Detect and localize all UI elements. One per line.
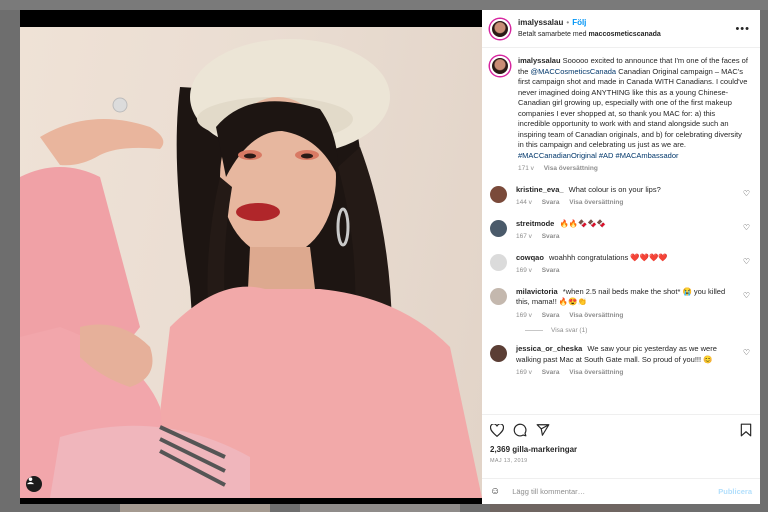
translate-link[interactable]: Visa översättning [569,199,623,206]
commenter-username[interactable]: jessica_or_cheska [516,344,582,353]
commenter-avatar[interactable] [490,185,507,203]
comment-time: 169 v [516,267,532,274]
reply-button[interactable]: Svara [542,233,560,240]
commenter-username[interactable]: streitmode [516,219,554,228]
commenter-avatar[interactable] [490,219,507,237]
reply-button[interactable]: Svara [542,267,560,274]
action-icons-row [490,421,752,439]
comment-text: What colour is on your lips? [568,184,661,194]
comment-body: cowqao woahhh congratulations ❤️❤️❤️❤️ 1… [516,253,736,277]
reply-button[interactable]: Svara [542,312,560,319]
comment-item: streitmode 🔥🔥🍫🍫🍫 167 v Svara ♡ [490,219,752,243]
comment-text: 🔥🔥🍫🍫🍫 [559,218,607,228]
comment-item: kristine_eva_ What colour is on your lip… [490,185,752,209]
heart-icon[interactable] [490,423,504,437]
header-separator: • [566,17,570,27]
caption-translate-link[interactable]: Visa översättning [544,165,598,172]
comment-time: 169 v [516,369,532,376]
comment-meta: 169 v Svara Visa översättning [516,368,736,379]
comment-body: streitmode 🔥🔥🍫🍫🍫 167 v Svara [516,219,736,243]
like-comment-heart-icon[interactable]: ♡ [743,223,750,232]
post-header: imalyssalau • Följ Betalt samarbete med ma… [482,10,760,48]
portrait-illustration [20,39,482,498]
comment-item: jessica_or_cheska We saw your pic yester… [490,344,752,379]
like-comment-heart-icon[interactable]: ♡ [743,189,750,198]
post-actions: 2,369 gilla-markeringar MAJ 13, 2019 [482,414,760,478]
add-comment-input[interactable] [512,487,719,496]
caption-avatar[interactable] [490,56,510,76]
background-header [0,0,768,10]
more-horizontal-icon[interactable]: ••• [735,23,750,35]
caption-time: 171 v [518,165,534,172]
commenter-username[interactable]: kristine_eva_ [516,185,564,194]
emoji-icon[interactable]: ☺ [490,486,500,497]
comment-meta: 169 v Svara Visa översättning [516,311,736,322]
commenter-avatar[interactable] [490,253,507,271]
comment-body: milavictoria *when 2.5 nail beds make th… [516,287,736,322]
commenter-avatar[interactable] [490,287,507,305]
author-avatar[interactable] [490,18,510,39]
translate-link[interactable]: Visa översättning [569,312,623,319]
likes-count[interactable]: 2,369 gilla-markeringar [490,445,752,454]
comment-body: kristine_eva_ What colour is on your lip… [516,185,736,209]
share-icon[interactable] [536,423,550,437]
bookmark-icon[interactable] [740,423,752,439]
caption-text-continued: Canadian Original campaign – MAC's first… [518,66,748,150]
caption-body: imalyssalau Sooooo excited to announce t… [518,56,748,175]
comment-meta: 167 v Svara [516,232,736,243]
comment-icon[interactable] [513,423,527,437]
caption-username[interactable]: imalyssalau [518,56,561,65]
paid-partnership-label: Betalt samarbete med maccosmeticscanada [518,29,661,41]
commenter-avatar[interactable] [490,345,507,362]
caption-hashtags[interactable]: #MACCanadianOriginal #AD #MACAmbassador [518,151,679,160]
comment-meta: 169 v Svara [516,266,736,277]
view-replies-label: Visa svar (1) [551,327,588,334]
post-media-pane [20,10,482,504]
post-details-pane: imalyssalau • Följ Betalt samarbete med ma… [482,10,760,504]
comments-list[interactable]: imalyssalau Sooooo excited to announce t… [482,48,760,414]
view-replies-button[interactable]: Visa svar (1) [525,327,752,334]
comment-text: woahhh congratulations ❤️❤️❤️❤️ [549,252,668,262]
comment-item: milavictoria *when 2.5 nail beds make th… [490,287,752,322]
post-caption: imalyssalau Sooooo excited to announce t… [490,56,752,175]
commenter-username[interactable]: cowqao [516,253,544,262]
comment-time: 167 v [516,233,532,240]
post-header-text: imalyssalau • Följ Betalt samarbete med ma… [518,17,661,41]
sponsor-partner-link[interactable]: maccosmeticscanada [588,31,660,38]
post-photo[interactable] [20,27,482,498]
reply-button[interactable]: Svara [542,369,560,376]
like-comment-heart-icon[interactable]: ♡ [743,348,750,357]
post-date: MAJ 13, 2019 [490,458,528,464]
reply-button[interactable]: Svara [542,199,560,206]
comment-time: 144 v [516,199,532,206]
translate-link[interactable]: Visa översättning [569,369,623,376]
comment-item: cowqao woahhh congratulations ❤️❤️❤️❤️ 1… [490,253,752,277]
comment-body: jessica_or_cheska We saw your pic yester… [516,344,736,379]
caption-meta: 171 v Visa översättning [518,164,748,175]
add-comment-bar: ☺ Publicera [482,478,760,504]
commenter-username[interactable]: milavictoria [516,287,558,296]
comment-meta: 144 v Svara Visa översättning [516,198,736,209]
like-comment-heart-icon[interactable]: ♡ [743,291,750,300]
follow-button[interactable]: Följ [572,18,586,27]
user-tag-icon[interactable] [26,476,42,492]
sponsor-prefix: Betalt samarbete med [518,30,587,38]
replies-divider-line [525,330,543,331]
publish-button[interactable]: Publicera [718,487,752,496]
comment-time: 169 v [516,311,532,319]
author-username[interactable]: imalyssalau [518,18,563,27]
like-comment-heart-icon[interactable]: ♡ [743,257,750,266]
post-modal: imalyssalau • Följ Betalt samarbete med ma… [20,10,760,504]
caption-mention-link[interactable]: @MACCosmeticsCanada [531,67,617,76]
